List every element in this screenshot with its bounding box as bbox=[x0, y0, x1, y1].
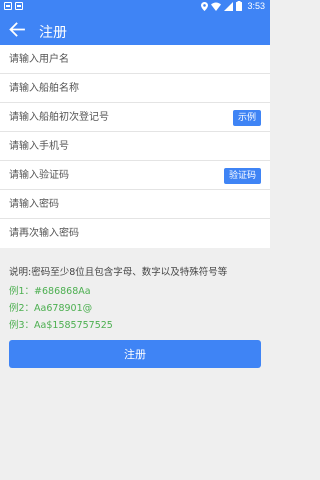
signal-icon bbox=[224, 1, 234, 11]
password-input[interactable] bbox=[9, 190, 224, 218]
arrow-left-icon bbox=[9, 22, 25, 37]
password-example: 例3：Aa$1585757525 bbox=[9, 317, 264, 331]
password-row bbox=[0, 190, 270, 219]
location-icon bbox=[201, 1, 209, 11]
ship-name-input[interactable] bbox=[9, 74, 224, 102]
download-notification-icon bbox=[15, 2, 23, 10]
verification-code-input[interactable] bbox=[9, 161, 224, 189]
verification-code-row: 验证码 bbox=[0, 161, 270, 190]
password-confirm-input[interactable] bbox=[9, 219, 224, 247]
password-example: 例1：#686868Aa bbox=[9, 283, 264, 297]
username-row bbox=[0, 45, 270, 74]
back-button[interactable] bbox=[8, 21, 26, 38]
example-value: Aa$1585757525 bbox=[34, 320, 113, 331]
example-label: 例3： bbox=[9, 320, 35, 331]
status-time: 3:53 bbox=[247, 1, 265, 11]
password-rule-description: 说明:密码至少8位且包含字母、数字以及特殊符号等 bbox=[9, 267, 228, 278]
notification-icon bbox=[4, 2, 12, 10]
example-label: 例1： bbox=[9, 286, 35, 297]
phone-input[interactable] bbox=[9, 132, 224, 160]
wifi-icon bbox=[211, 2, 222, 11]
get-code-button[interactable]: 验证码 bbox=[223, 168, 261, 184]
example-button[interactable]: 示例 bbox=[232, 110, 261, 126]
registration-number-row: 示例 bbox=[0, 103, 270, 132]
example-label: 例2： bbox=[9, 303, 35, 314]
battery-icon bbox=[236, 1, 243, 11]
example-value: Aa678901@ bbox=[34, 303, 93, 314]
example-value: #686868Aa bbox=[34, 286, 91, 297]
system-indicators: 3:53 bbox=[201, 1, 265, 11]
password-notes: 说明:密码至少8位且包含字母、数字以及特殊符号等 例1：#686868Aa 例2… bbox=[9, 264, 264, 334]
app-bar: 注册 bbox=[0, 14, 270, 45]
register-button[interactable]: 注册 bbox=[9, 340, 261, 368]
ship-name-row bbox=[0, 74, 270, 103]
registration-number-input[interactable] bbox=[9, 103, 224, 131]
registration-form: 示例 验证码 bbox=[0, 45, 270, 248]
password-confirm-row bbox=[0, 219, 270, 248]
username-input[interactable] bbox=[9, 45, 224, 73]
page-title: 注册 bbox=[39, 25, 67, 41]
password-example: 例2：Aa678901@ bbox=[9, 300, 264, 314]
phone-row bbox=[0, 132, 270, 161]
notification-icons bbox=[4, 2, 23, 10]
status-bar: 3:53 bbox=[0, 0, 270, 14]
